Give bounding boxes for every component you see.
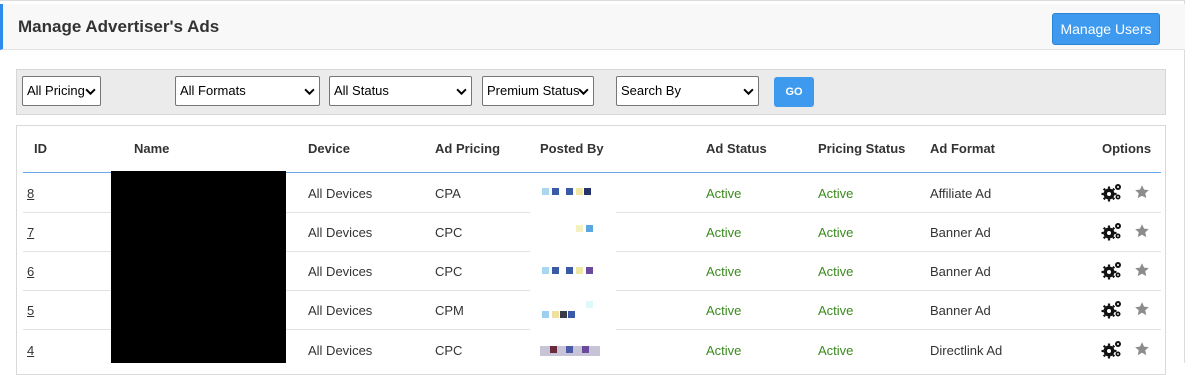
column-header-ad-status[interactable]: Ad Status <box>706 141 767 156</box>
row-ad-format: Banner Ad <box>930 264 991 279</box>
row-ad-format: Directlink Ad <box>930 343 1003 358</box>
premium-status-select[interactable]: Premium Status <box>482 76 594 106</box>
row-ad-format: Banner Ad <box>930 225 991 240</box>
column-header-posted-by[interactable]: Posted By <box>540 141 604 156</box>
row-ad-status: Active <box>706 225 742 240</box>
row-device: All Devices <box>308 303 373 318</box>
redacted-name-block <box>111 171 286 363</box>
row-ad-format: Affiliate Ad <box>930 186 992 201</box>
star-icon[interactable] <box>1134 223 1150 239</box>
row-pricing-status: Active <box>818 343 854 358</box>
filter-bar: All Pricing All Formats All Status Premi… <box>16 69 1166 115</box>
row-device: All Devices <box>308 343 373 358</box>
search-by-select[interactable]: Search By <box>616 76 759 106</box>
row-ad-status: Active <box>706 186 742 201</box>
formats-select-value: All Formats <box>180 83 246 98</box>
row-id-link[interactable]: 8 <box>27 186 34 201</box>
status-select[interactable]: All Status <box>329 76 472 106</box>
page-header: Manage Advertiser's Ads Manage Users <box>0 4 1185 50</box>
column-header-id[interactable]: ID <box>34 141 47 156</box>
chevron-down-icon <box>85 88 96 96</box>
chevron-down-icon <box>456 88 467 96</box>
chevron-down-icon <box>578 88 589 96</box>
go-button[interactable]: GO <box>774 77 814 107</box>
row-ad-pricing: CPA <box>435 186 461 201</box>
row-id-link[interactable]: 5 <box>27 303 34 318</box>
star-icon[interactable] <box>1134 301 1150 317</box>
page-title: Manage Advertiser's Ads <box>18 17 220 36</box>
manage-users-button[interactable]: Manage Users <box>1052 13 1160 45</box>
row-pricing-status: Active <box>818 225 854 240</box>
row-ad-pricing: CPC <box>435 343 463 358</box>
star-icon[interactable] <box>1134 341 1150 357</box>
star-icon[interactable] <box>1134 262 1150 278</box>
status-select-value: All Status <box>334 83 389 98</box>
row-ad-pricing: CPM <box>435 303 464 318</box>
row-pricing-status: Active <box>818 303 854 318</box>
row-device: All Devices <box>308 225 373 240</box>
column-header-options: Options <box>1102 141 1152 156</box>
row-device: All Devices <box>308 264 373 279</box>
column-header-name[interactable]: Name <box>134 141 169 156</box>
search-by-select-value: Search By <box>621 83 681 98</box>
star-icon[interactable] <box>1134 184 1150 200</box>
gears-icon[interactable] <box>1101 182 1123 202</box>
row-ad-status: Active <box>706 343 742 358</box>
gears-icon[interactable] <box>1101 339 1123 359</box>
posted-by-pixelated <box>530 173 616 363</box>
table-row-id[interactable]: 4 <box>27 343 34 358</box>
pricing-select-value: All Pricing <box>27 83 85 98</box>
row-device: All Devices <box>308 186 373 201</box>
row-ad-pricing: CPC <box>435 225 463 240</box>
formats-select[interactable]: All Formats <box>175 76 320 106</box>
table-row-id[interactable]: 8 <box>27 186 34 201</box>
row-ad-pricing: CPC <box>435 264 463 279</box>
row-ad-format: Banner Ad <box>930 303 991 318</box>
row-ad-status: Active <box>706 264 742 279</box>
table-row-id[interactable]: 6 <box>27 264 34 279</box>
table-row-id[interactable]: 7 <box>27 225 34 240</box>
gears-icon[interactable] <box>1101 260 1123 280</box>
column-header-ad-format[interactable]: Ad Format <box>930 141 995 156</box>
row-pricing-status: Active <box>818 264 854 279</box>
chevron-down-icon <box>304 88 315 96</box>
row-id-link[interactable]: 4 <box>27 343 34 358</box>
pricing-select[interactable]: All Pricing <box>22 76 101 106</box>
row-id-link[interactable]: 7 <box>27 225 34 240</box>
row-ad-status: Active <box>706 303 742 318</box>
gears-icon[interactable] <box>1101 221 1123 241</box>
table-row-id[interactable]: 5 <box>27 303 34 318</box>
premium-status-select-value: Premium Status <box>487 83 580 98</box>
row-id-link[interactable]: 6 <box>27 264 34 279</box>
row-pricing-status: Active <box>818 186 854 201</box>
column-header-ad-pricing[interactable]: Ad Pricing <box>435 141 500 156</box>
column-header-device[interactable]: Device <box>308 141 350 156</box>
gears-icon[interactable] <box>1101 299 1123 319</box>
column-header-pricing-status[interactable]: Pricing Status <box>818 141 905 156</box>
chevron-down-icon <box>743 88 754 96</box>
